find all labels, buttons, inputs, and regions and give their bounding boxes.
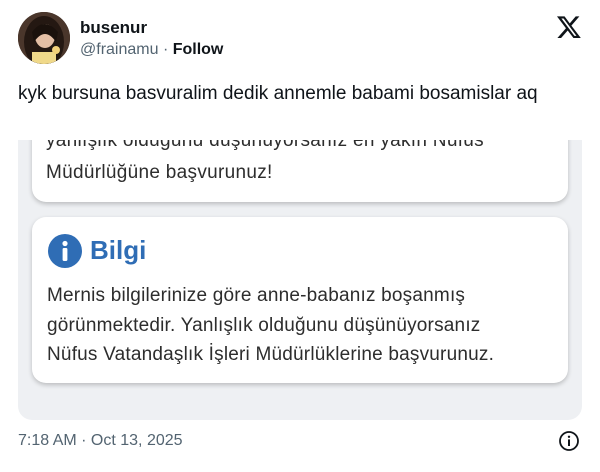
info-title: Bilgi (90, 235, 147, 265)
info-outline-icon[interactable] (558, 430, 580, 452)
handle[interactable]: @frainamu (80, 41, 159, 58)
tweet-media[interactable]: yanlışlık olduğunu düşünüyorsanız en yak… (18, 140, 582, 420)
x-logo-icon[interactable] (556, 14, 582, 40)
follow-button[interactable]: Follow (173, 41, 224, 58)
info-line: Mernis bilgilerinize göre anne-babanız b… (47, 285, 466, 306)
info-message: Mernis bilgilerinize göre anne-babanız b… (47, 281, 562, 370)
previous-message-card: yanlışlık olduğunu düşünüyorsanız en yak… (32, 140, 568, 202)
separator: · (158, 41, 173, 58)
tweet-text: kyk bursuna basvuralim dedik annemle bab… (18, 83, 538, 104)
handle-line: @frainamu · Follow (80, 41, 223, 59)
info-card: Bilgi Mernis bilgilerinize göre anne-bab… (32, 217, 568, 383)
timestamp[interactable]: 7:18 AM · Oct 13, 2025 (18, 432, 183, 450)
cut-off-line: yanlışlık olduğunu düşünüyorsanız en yak… (46, 140, 484, 151)
info-circle-icon (48, 234, 82, 268)
info-line: Nüfus Vatandaşlık İşleri Müdürlüklerine … (47, 344, 495, 365)
display-name[interactable]: busenur (80, 18, 147, 38)
avatar-image (18, 12, 70, 64)
avatar[interactable] (18, 12, 70, 64)
info-line: görünmektedir. Yanlışlık olduğunu düşünü… (47, 314, 481, 336)
previous-message-line: Müdürlüğüne başvurunuz! (46, 162, 273, 183)
